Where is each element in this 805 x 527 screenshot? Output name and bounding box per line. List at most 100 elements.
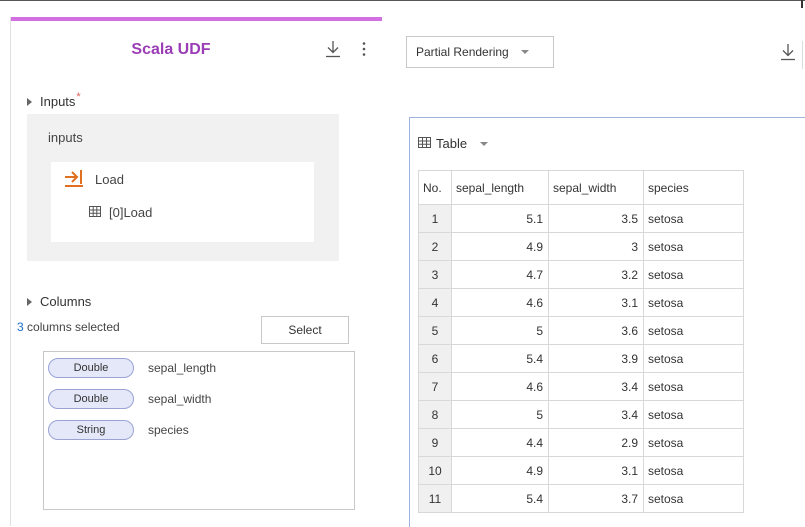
cell-sepal-length: 4.7 <box>451 260 549 289</box>
columns-selected-count: 3 columns selected <box>17 320 120 334</box>
column-item[interactable]: String species <box>48 419 189 441</box>
row-number: 6 <box>418 344 452 373</box>
table-view-panel: Table No. sepal_length sepal_width speci… <box>409 117 805 527</box>
row-number: 11 <box>418 484 452 513</box>
table-row[interactable]: 2 4.9 3 setosa <box>418 232 744 261</box>
column-item[interactable]: Double sepal_width <box>48 388 211 410</box>
cell-species: setosa <box>643 372 744 401</box>
column-name: sepal_width <box>148 392 212 406</box>
cell-species: setosa <box>643 456 744 485</box>
inputs-box: inputs Load [0]Load <box>27 114 339 261</box>
load-dataset-item[interactable]: [0]Load <box>89 205 152 220</box>
column-header[interactable]: sepal_length <box>451 170 549 205</box>
row-number: 5 <box>418 316 452 345</box>
view-type-label: Table <box>436 136 468 151</box>
row-number: 3 <box>418 260 452 289</box>
load-dataset-label: [0]Load <box>109 205 153 220</box>
cell-species: setosa <box>643 428 744 457</box>
table-grid-icon <box>418 136 431 151</box>
table-row[interactable]: 4 4.6 3.1 setosa <box>418 288 744 317</box>
panel-title: Scala UDF <box>131 41 211 58</box>
row-number: 10 <box>418 456 452 485</box>
column-header[interactable]: species <box>643 170 744 205</box>
column-header[interactable]: No. <box>418 170 452 205</box>
cell-sepal-width: 3 <box>548 232 644 261</box>
table-row[interactable]: 6 5.4 3.9 setosa <box>418 344 744 373</box>
row-number: 4 <box>418 288 452 317</box>
output-preview-area: Partial Rendering Table No. sepal_length… <box>382 17 805 527</box>
row-number: 2 <box>418 232 452 261</box>
cell-sepal-length: 4.9 <box>451 456 549 485</box>
view-type-dropdown[interactable]: Table <box>418 136 489 151</box>
table-row[interactable]: 10 4.9 3.1 setosa <box>418 456 744 485</box>
select-columns-button[interactable]: Select <box>261 316 349 344</box>
cell-species: setosa <box>643 316 744 345</box>
window-top-edge <box>0 0 805 10</box>
render-mode-value: Partial Rendering <box>416 45 509 59</box>
table-row[interactable]: 11 5.4 3.7 setosa <box>418 484 744 513</box>
selected-columns-list: Double sepal_length Double sepal_width S… <box>43 351 355 510</box>
row-number: 9 <box>418 428 452 457</box>
required-mark: * <box>76 90 81 103</box>
inputs-section-toggle[interactable]: Inputs * <box>27 90 81 109</box>
column-header[interactable]: sepal_width <box>548 170 644 205</box>
table-row[interactable]: 9 4.4 2.9 setosa <box>418 428 744 457</box>
selected-count-text: columns selected <box>23 320 120 334</box>
cell-species: setosa <box>643 484 744 513</box>
table-row[interactable]: 7 4.6 3.4 setosa <box>418 372 744 401</box>
cell-sepal-width: 3.7 <box>548 484 644 513</box>
cell-sepal-width: 3.1 <box>548 288 644 317</box>
download-icon[interactable] <box>325 40 341 61</box>
table-row[interactable]: 3 4.7 3.2 setosa <box>418 260 744 289</box>
cell-sepal-width: 3.1 <box>548 456 644 485</box>
inputs-list: Load [0]Load <box>51 162 314 242</box>
column-item[interactable]: Double sepal_length <box>48 357 216 379</box>
cell-sepal-length: 5.1 <box>451 204 549 233</box>
cell-species: setosa <box>643 260 744 289</box>
render-mode-dropdown[interactable]: Partial Rendering <box>406 36 554 68</box>
caret-right-icon <box>27 97 32 106</box>
load-input-item[interactable]: Load <box>63 168 124 191</box>
cell-sepal-length: 5 <box>451 400 549 429</box>
table-header-row: No. sepal_length sepal_width species <box>418 170 744 205</box>
table-body: 1 5.1 3.5 setosa 2 4.9 3 setosa 3 4.7 3.2 setosa 4 4.… <box>418 204 744 513</box>
cell-sepal-width: 3.4 <box>548 400 644 429</box>
cell-sepal-length: 4.9 <box>451 232 549 261</box>
cell-species: setosa <box>643 344 744 373</box>
column-name: sepal_length <box>148 361 217 375</box>
columns-section-toggle[interactable]: Columns <box>27 294 91 309</box>
table-row[interactable]: 5 5 3.6 setosa <box>418 316 744 345</box>
row-number: 7 <box>418 372 452 401</box>
columns-section-label: Columns <box>40 294 92 309</box>
download-icon[interactable] <box>780 43 796 64</box>
selected-count-number: 3 <box>17 320 24 334</box>
toolbar-divider <box>802 41 803 69</box>
arrow-into-box-icon <box>63 168 85 191</box>
inputs-section-label: Inputs <box>40 94 76 109</box>
cell-sepal-width: 2.9 <box>548 428 644 457</box>
load-label: Load <box>95 172 124 187</box>
cell-sepal-width: 3.5 <box>548 204 644 233</box>
table-row[interactable]: 8 5 3.4 setosa <box>418 400 744 429</box>
column-type-badge: Double <box>48 389 134 409</box>
column-type-badge: Double <box>48 358 134 378</box>
cell-sepal-length: 4.6 <box>451 288 549 317</box>
more-vertical-icon[interactable] <box>361 41 367 60</box>
panel-accent-bar <box>11 17 382 21</box>
cell-species: setosa <box>643 288 744 317</box>
cell-sepal-width: 3.2 <box>548 260 644 289</box>
inputs-box-title: inputs <box>48 130 83 145</box>
column-type-badge: String <box>48 420 134 440</box>
table-row[interactable]: 1 5.1 3.5 setosa <box>418 204 744 233</box>
cell-sepal-width: 3.9 <box>548 344 644 373</box>
cell-species: setosa <box>643 400 744 429</box>
chevron-down-icon <box>480 141 489 146</box>
cell-sepal-width: 3.6 <box>548 316 644 345</box>
column-name: species <box>148 423 189 437</box>
cell-sepal-length: 5 <box>451 316 549 345</box>
row-number: 8 <box>418 400 452 429</box>
cell-sepal-length: 5.4 <box>451 344 549 373</box>
row-number: 1 <box>418 204 452 233</box>
cell-species: setosa <box>643 232 744 261</box>
chevron-down-icon <box>520 50 529 54</box>
